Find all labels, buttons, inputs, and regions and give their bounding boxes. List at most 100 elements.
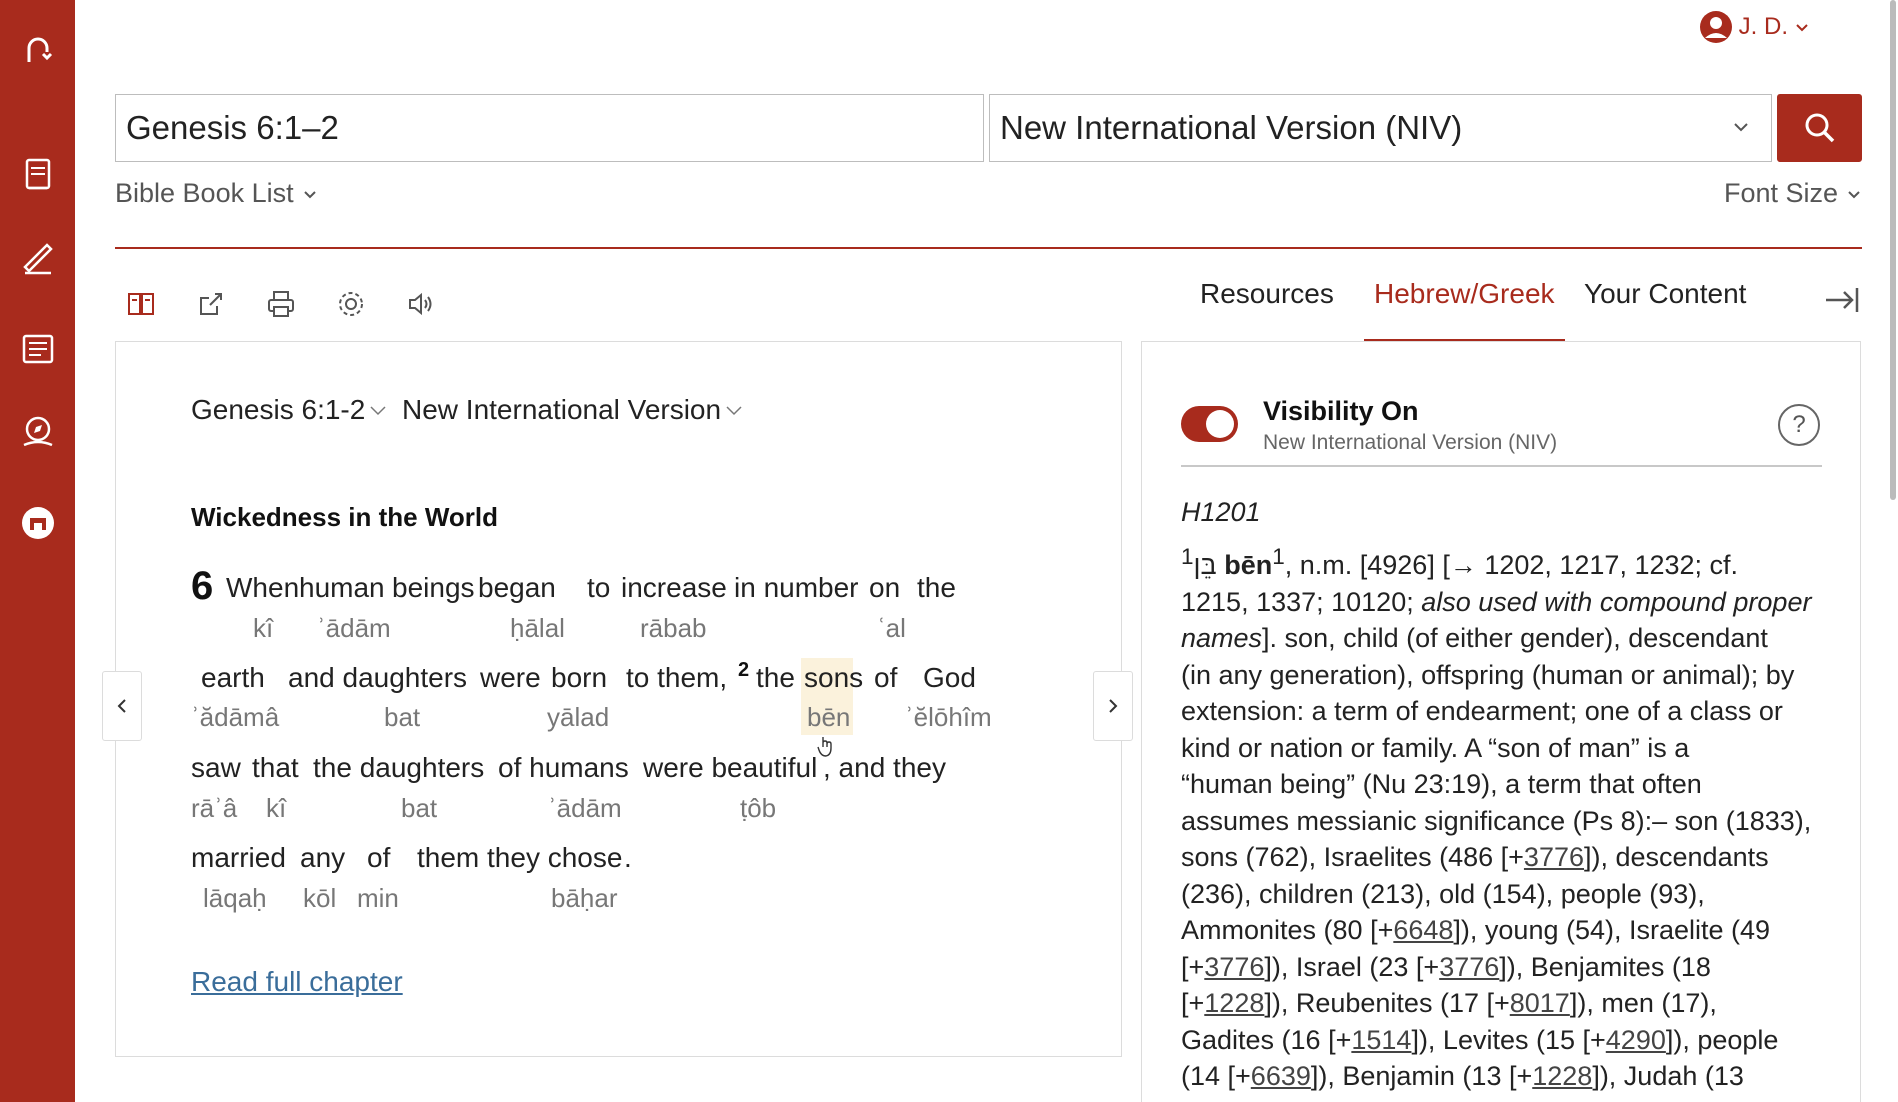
word[interactable]: them they chose bbox=[417, 842, 622, 874]
word[interactable]: When bbox=[226, 572, 299, 604]
def-text: , n.m. [4926] [→ 1202, 1217, 1232; cf. bbox=[1284, 550, 1739, 580]
share-button[interactable] bbox=[189, 282, 233, 326]
def-text: ]), Israel (23 [+ bbox=[1264, 951, 1440, 982]
def-line: [+3776]), Israel (23 [+3776]), Benjamite… bbox=[1181, 949, 1831, 986]
word[interactable]: in number bbox=[734, 572, 859, 604]
explore-icon[interactable] bbox=[17, 411, 59, 453]
transliteration: kî bbox=[253, 613, 274, 643]
next-passage-button[interactable] bbox=[1093, 671, 1133, 741]
tab-resources[interactable]: Resources bbox=[1200, 278, 1334, 310]
transliteration-selected: bēn bbox=[807, 702, 851, 732]
user-name: J. D. bbox=[1738, 13, 1788, 40]
tab-your-content[interactable]: Your Content bbox=[1584, 278, 1746, 310]
word[interactable]: of bbox=[367, 842, 390, 874]
def-line: [+1228]), Reubenites (17 [+8017]), men (… bbox=[1181, 985, 1831, 1022]
version-select-value: New International Version (NIV) bbox=[1000, 109, 1463, 146]
word[interactable]: the bbox=[756, 662, 795, 694]
word[interactable]: began bbox=[478, 572, 556, 604]
word[interactable]: were beautiful bbox=[643, 752, 817, 784]
parallel-view-button[interactable] bbox=[119, 282, 163, 326]
panel-divider bbox=[1181, 465, 1822, 467]
def-line: names]. son, child (of either gender), d… bbox=[1181, 620, 1831, 657]
word[interactable]: on bbox=[869, 572, 900, 604]
word[interactable]: married bbox=[191, 842, 286, 874]
settings-button[interactable] bbox=[329, 282, 373, 326]
strongs-link[interactable]: 1228 bbox=[1204, 988, 1264, 1018]
strongs-link[interactable]: 8017 bbox=[1510, 988, 1570, 1018]
transliteration: bāḥar bbox=[551, 883, 618, 913]
def-line: (236), children (213), old (154), people… bbox=[1181, 878, 1705, 909]
print-button[interactable] bbox=[259, 282, 303, 326]
strongs-link[interactable]: 3776 bbox=[1524, 842, 1584, 872]
visibility-toggle[interactable] bbox=[1181, 406, 1238, 442]
chevron-down-icon bbox=[1796, 24, 1808, 32]
def-text: Gadites (16 [+ bbox=[1181, 1024, 1352, 1055]
verse-number: 2 bbox=[738, 659, 750, 681]
search-button[interactable] bbox=[1777, 94, 1862, 162]
strongs-link[interactable]: 1514 bbox=[1351, 1025, 1411, 1055]
word[interactable]: to bbox=[587, 572, 610, 604]
strongs-link[interactable]: 3776 bbox=[1439, 952, 1499, 982]
gear-icon bbox=[339, 292, 363, 316]
word-selected[interactable]: sons bbox=[804, 662, 863, 694]
version-select[interactable]: New International Version (NIV) bbox=[989, 94, 1772, 162]
word[interactable]: any bbox=[300, 842, 345, 874]
bible-icon[interactable] bbox=[17, 154, 59, 196]
page-scrollbar[interactable] bbox=[1890, 0, 1896, 500]
def-text: ]), Reubenites (17 [+ bbox=[1264, 988, 1510, 1018]
word[interactable]: , and they bbox=[823, 752, 946, 784]
app-sidebar bbox=[0, 0, 75, 1102]
print-icon bbox=[268, 291, 294, 317]
store-icon[interactable] bbox=[17, 502, 59, 544]
visibility-title: Visibility On bbox=[1263, 396, 1419, 426]
chevron-down-icon bbox=[370, 406, 386, 416]
audio-button[interactable] bbox=[399, 282, 443, 326]
word[interactable]: beings bbox=[392, 572, 475, 604]
logo-icon[interactable] bbox=[17, 30, 59, 72]
font-size-link[interactable]: Font Size bbox=[1724, 178, 1862, 209]
word[interactable]: human bbox=[299, 572, 385, 604]
tab-hebrew-greek[interactable]: Hebrew/Greek bbox=[1374, 278, 1555, 310]
transliteration: kî bbox=[266, 793, 287, 823]
word[interactable]: the daughters bbox=[313, 752, 484, 784]
word[interactable]: of bbox=[874, 662, 897, 694]
def-line: Gadites (16 [+1514]), Levites (15 [+4290… bbox=[1181, 1022, 1831, 1059]
strongs-number: H1201 bbox=[1181, 497, 1261, 527]
strongs-link[interactable]: 6639 bbox=[1251, 1061, 1311, 1091]
passage-select[interactable]: Genesis 6:1-2 bbox=[191, 394, 389, 426]
strongs-link[interactable]: 1228 bbox=[1532, 1061, 1592, 1091]
articles-icon[interactable] bbox=[17, 328, 59, 370]
def-text: 1215, 1337; 10120; bbox=[1181, 586, 1422, 617]
bible-book-list-link[interactable]: Bible Book List bbox=[115, 178, 318, 209]
reading-plan-icon[interactable] bbox=[17, 237, 59, 279]
transliteration: min bbox=[357, 883, 399, 913]
word[interactable]: that bbox=[252, 752, 299, 784]
previous-passage-button[interactable] bbox=[102, 671, 142, 741]
word[interactable]: were bbox=[480, 662, 541, 694]
word[interactable]: increase bbox=[621, 572, 727, 604]
word[interactable]: God bbox=[923, 662, 976, 694]
reader-version-select[interactable]: New International Version bbox=[402, 394, 745, 426]
help-icon[interactable]: ? bbox=[1778, 404, 1820, 446]
def-text: Ammonites (80 [+ bbox=[1181, 915, 1394, 945]
word[interactable]: born bbox=[551, 662, 607, 694]
word[interactable]: of humans bbox=[498, 752, 629, 784]
strongs-link[interactable]: 4290 bbox=[1606, 1025, 1666, 1055]
transliteration: rāʾâ bbox=[191, 793, 238, 823]
transliteration: ḥālal bbox=[510, 613, 565, 643]
bible-book-list-label: Bible Book List bbox=[115, 178, 294, 208]
word[interactable]: earth bbox=[201, 662, 265, 694]
collapse-panel-icon[interactable] bbox=[1822, 280, 1862, 320]
def-line: (in any generation), offspring (human or… bbox=[1181, 659, 1795, 690]
passage-search-input[interactable] bbox=[115, 94, 984, 162]
strongs-link[interactable]: 6648 bbox=[1393, 915, 1453, 945]
toggle-knob bbox=[1206, 410, 1234, 438]
word[interactable]: saw bbox=[191, 752, 241, 784]
word[interactable]: the bbox=[917, 572, 956, 604]
user-menu[interactable]: J. D. bbox=[1699, 10, 1810, 44]
strongs-link[interactable]: 3776 bbox=[1204, 952, 1264, 982]
def-text: ]), descendants bbox=[1584, 842, 1769, 872]
word[interactable]: to them, bbox=[626, 662, 727, 694]
word[interactable]: and daughters bbox=[288, 662, 467, 694]
read-full-chapter-link[interactable]: Read full chapter bbox=[191, 966, 403, 998]
